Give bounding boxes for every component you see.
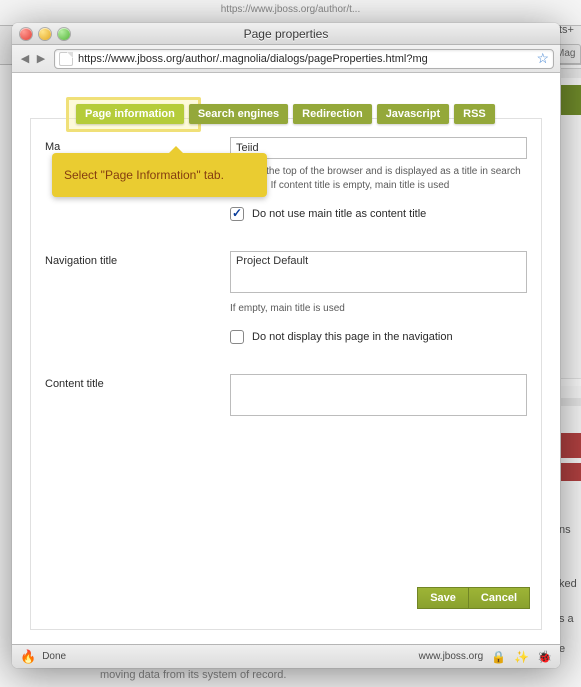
bg-text-fragment: ns <box>559 524 579 536</box>
back-icon[interactable]: ◀ <box>18 52 32 66</box>
tab-javascript[interactable]: Javascript <box>377 104 449 124</box>
status-done-text: Done <box>42 651 66 662</box>
bug-icon[interactable]: 🐞 <box>537 650 552 664</box>
main-title-input[interactable] <box>230 137 527 159</box>
bg-peek-strip <box>561 378 581 386</box>
url-text: https://www.jboss.org/author/.magnolia/d… <box>78 53 532 65</box>
tutorial-callout: Select "Page Information" tab. <box>52 153 267 197</box>
traffic-lights <box>12 28 70 40</box>
bg-peek-green <box>561 85 581 115</box>
bg-peek-strip <box>561 398 581 406</box>
zoom-icon[interactable] <box>58 28 70 40</box>
label-no-main-content-title: Do not use main title as content title <box>252 208 426 220</box>
background-url-fragment: https://www.jboss.org/author/t... <box>0 4 581 15</box>
bg-text-fragment: ts+ <box>559 24 579 36</box>
button-bar: Save Cancel <box>417 587 530 609</box>
bg-peek-red <box>561 463 581 481</box>
bookmark-star-icon[interactable]: ☆ <box>536 50 549 67</box>
window-title: Page properties <box>12 27 560 41</box>
bg-text-fragment: s a <box>559 613 579 625</box>
titlebar: Page properties <box>12 23 560 45</box>
forward-icon[interactable]: ▶ <box>34 52 48 66</box>
wand-icon[interactable]: ✨ <box>514 650 529 664</box>
content-title-input[interactable] <box>230 374 527 416</box>
tab-redirection[interactable]: Redirection <box>293 104 372 124</box>
save-button[interactable]: Save <box>417 587 468 609</box>
minimize-icon[interactable] <box>39 28 51 40</box>
main-title-hint: ...ars at the top of the browser and is … <box>230 165 527 193</box>
checkbox-no-nav-display[interactable] <box>230 330 244 344</box>
tab-rss[interactable]: RSS <box>454 104 495 124</box>
status-domain: www.jboss.org <box>419 651 483 662</box>
page-icon <box>59 52 73 66</box>
label-content-title: Content title <box>45 374 230 419</box>
background-body-text: moving data from its system of record. <box>100 669 286 681</box>
dialog-content: Page information Search engines Redirect… <box>12 73 560 644</box>
close-icon[interactable] <box>20 28 32 40</box>
row-content-title: Content title <box>45 374 527 419</box>
tab-search-engines[interactable]: Search engines <box>189 104 288 124</box>
tabs-row: Page information Search engines Redirect… <box>12 104 560 124</box>
row-navigation-title: Navigation title If empty, main title is… <box>45 251 527 344</box>
label-navigation-title: Navigation title <box>45 251 230 344</box>
bg-peek-red <box>561 433 581 458</box>
checkbox-no-main-content-title[interactable] <box>230 207 244 221</box>
firebug-icon[interactable]: 🔥 <box>20 649 36 665</box>
tutorial-callout-text: Select "Page Information" tab. <box>64 168 224 182</box>
label-no-nav-display: Do not display this page in the navigati… <box>252 331 453 343</box>
bg-peek-strip <box>561 68 581 78</box>
bg-text-fragment: ked <box>559 578 579 590</box>
statusbar: 🔥 Done www.jboss.org 🔒 ✨ 🐞 <box>12 644 560 668</box>
page-properties-dialog: Page properties ◀ ▶ https://www.jboss.or… <box>12 23 560 668</box>
tab-page-information[interactable]: Page information <box>76 104 184 124</box>
navigation-title-input[interactable] <box>230 251 527 293</box>
lock-icon: 🔒 <box>491 650 506 664</box>
browser-toolbar: ◀ ▶ https://www.jboss.org/author/.magnol… <box>12 45 560 73</box>
address-bar[interactable]: https://www.jboss.org/author/.magnolia/d… <box>54 49 554 69</box>
bg-text-fragment: e <box>559 643 579 655</box>
cancel-button[interactable]: Cancel <box>468 587 530 609</box>
navigation-title-hint: If empty, main title is used <box>230 302 527 316</box>
